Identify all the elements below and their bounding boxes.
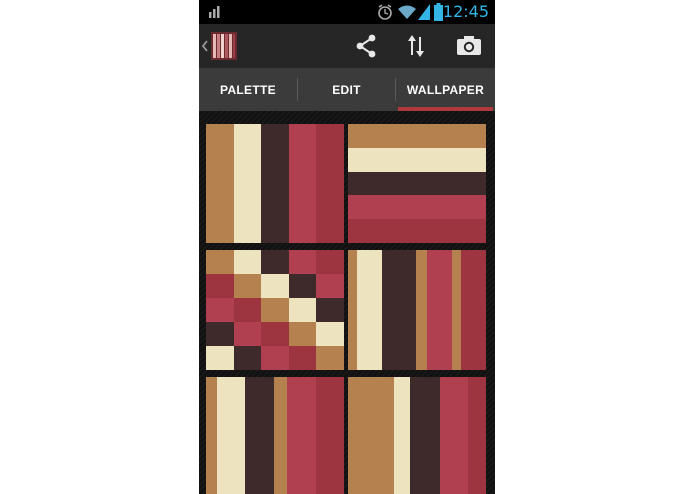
wallpaper-stripe <box>416 250 428 370</box>
wifi-icon <box>398 5 416 19</box>
clock-time: 12:45 <box>442 2 489 21</box>
wallpaper-stripe <box>348 147 486 173</box>
wallpaper-cell <box>261 250 290 275</box>
wallpaper-cell <box>233 322 262 347</box>
wallpaper-tile[interactable] <box>348 124 486 243</box>
wallpaper-stripe <box>348 250 358 370</box>
wallpaper-cell <box>288 298 317 323</box>
battery-icon <box>434 3 443 21</box>
sort-icon[interactable] <box>407 33 425 59</box>
wallpaper-cell <box>316 274 344 299</box>
wallpaper-stripe <box>461 250 486 370</box>
palette-stripes-icon <box>211 32 237 60</box>
wallpaper-cell <box>206 322 235 347</box>
wallpaper-stripe <box>245 377 275 494</box>
phone-screen: 12:45 PALETTE EDIT WALLPAPER <box>199 0 495 494</box>
wallpaper-stripe <box>233 124 262 243</box>
wallpaper-stripe <box>382 250 394 370</box>
wallpaper-tile[interactable] <box>348 377 486 494</box>
wallpaper-stripe <box>287 377 317 494</box>
wallpaper-stripe <box>288 124 317 243</box>
wallpaper-cell <box>316 298 344 323</box>
wallpaper-stripe <box>316 124 344 243</box>
wallpaper-cell <box>288 250 317 275</box>
wallpaper-cell <box>233 346 262 370</box>
home-up-button[interactable] <box>199 24 245 68</box>
camera-icon[interactable] <box>457 35 481 55</box>
tab-edit[interactable]: EDIT <box>298 68 395 111</box>
wallpaper-cell <box>261 274 290 299</box>
wallpaper-cell <box>206 250 235 275</box>
wallpaper-cell <box>316 346 344 370</box>
alarm-icon <box>378 4 392 20</box>
wallpaper-stripe <box>348 124 486 149</box>
tab-wallpaper-label: WALLPAPER <box>406 82 485 97</box>
wallpaper-cell <box>261 322 290 347</box>
wallpaper-cell <box>233 250 262 275</box>
wallpaper-stripe <box>410 377 441 494</box>
action-bar <box>199 24 495 68</box>
wallpaper-stripe <box>393 250 417 370</box>
wallpaper-stripe <box>261 124 290 243</box>
wallpaper-stripe <box>394 377 411 494</box>
wallpaper-tile[interactable] <box>348 250 486 370</box>
wallpaper-cell <box>261 298 290 323</box>
cell-signal-icon <box>418 4 430 20</box>
wallpaper-stripe <box>451 250 462 370</box>
wallpaper-cell <box>288 274 317 299</box>
wallpaper-cell <box>233 298 262 323</box>
wallpaper-stripe <box>315 377 344 494</box>
wallpaper-stripe <box>273 377 288 494</box>
wallpaper-cell <box>206 298 235 323</box>
wallpaper-stripe <box>348 377 395 494</box>
wallpaper-stripe <box>427 250 453 370</box>
tab-bar: PALETTE EDIT WALLPAPER <box>199 68 495 111</box>
tab-palette-label: PALETTE <box>220 82 276 97</box>
wallpaper-stripe <box>348 219 486 243</box>
wallpaper-tile[interactable] <box>206 377 344 494</box>
chevron-left-icon <box>202 40 208 52</box>
tab-palette[interactable]: PALETTE <box>199 68 297 111</box>
status-bar: 12:45 <box>199 0 495 24</box>
tab-edit-label: EDIT <box>332 82 361 97</box>
wallpaper-stripe <box>440 377 469 494</box>
tab-wallpaper[interactable]: WALLPAPER <box>396 68 495 111</box>
wallpaper-stripe <box>348 195 486 220</box>
wallpaper-grid <box>199 111 495 494</box>
wallpaper-cell <box>261 346 290 370</box>
wallpaper-cell <box>288 322 317 347</box>
wallpaper-cell <box>233 274 262 299</box>
wallpaper-cell <box>316 322 344 347</box>
wallpaper-stripe <box>348 171 486 196</box>
signal-bars-icon <box>209 6 220 18</box>
wallpaper-stripe <box>216 377 246 494</box>
wallpaper-stripe <box>206 124 235 243</box>
wallpaper-stripe <box>206 377 218 494</box>
wallpaper-cell <box>206 346 235 370</box>
wallpaper-cell <box>288 346 317 370</box>
wallpaper-cell <box>206 274 235 299</box>
wallpaper-stripe <box>357 250 383 370</box>
wallpaper-stripe <box>467 377 486 494</box>
wallpaper-cell <box>316 250 344 275</box>
wallpaper-tile[interactable] <box>206 124 344 243</box>
wallpaper-tile[interactable] <box>206 250 344 370</box>
share-icon[interactable] <box>354 34 378 58</box>
